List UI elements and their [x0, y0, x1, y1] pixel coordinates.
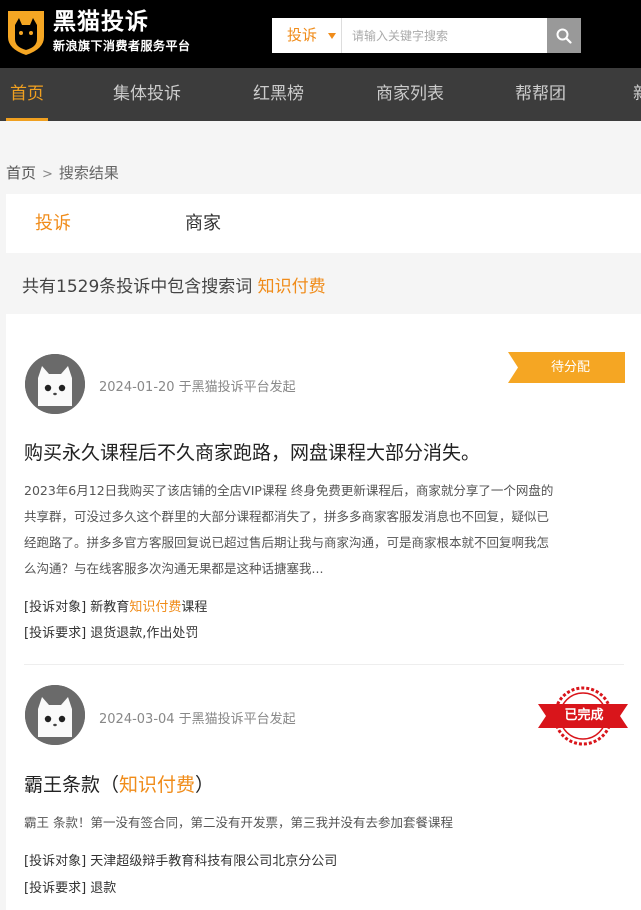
nav-item-help[interactable]: 帮帮团 — [515, 68, 566, 121]
target-label: [投诉对象] — [24, 600, 87, 615]
breadcrumb-separator: > — [42, 167, 53, 182]
user-avatar[interactable] — [25, 685, 85, 745]
status-badge: 待分配 — [550, 360, 590, 375]
breadcrumb-home[interactable]: 首页 — [6, 164, 36, 182]
demand-value: 退款 — [90, 881, 117, 896]
breadcrumb: 首页 > 搜索结果 — [6, 162, 119, 183]
breadcrumb-current: 搜索结果 — [58, 164, 119, 182]
target-keyword[interactable]: 知识付费 — [129, 600, 181, 615]
complaint-target: [投诉对象] 天津超级辩手教育科技有限公司北京分公司 — [24, 850, 337, 869]
status-badge: 已完成 — [564, 708, 604, 723]
black-cat-logo-icon[interactable] — [5, 7, 47, 57]
logo-subtitle: 新浪旗下消费者服务平台 — [53, 39, 191, 53]
desc-line: 2023年6月12日我购买了该店铺的全店VIP课程 终身免费更新课程后，商家就分… — [24, 483, 554, 498]
demand-label: [投诉要求] — [24, 626, 87, 641]
complaint-list: 2024-01-20 于黑猫投诉平台发起 待分配 购买永久课程后不久商家跑路，网… — [6, 314, 641, 910]
complaint-title[interactable]: 购买永久课程后不久商家跑路，网盘课程大部分消失。 — [24, 438, 480, 465]
complaint-demand: [投诉要求] 退货退款,作出处罚 — [24, 622, 198, 641]
title-keyword: 知识付费 — [119, 774, 196, 796]
search-input[interactable] — [342, 18, 547, 53]
demand-value: 退货退款,作出处罚 — [90, 626, 199, 641]
search-icon — [556, 28, 572, 44]
tab-merchants[interactable]: 商家 — [185, 194, 221, 253]
search-bar: 投诉 — [272, 18, 581, 53]
user-avatar[interactable] — [25, 354, 85, 414]
search-type-select[interactable]: 投诉 — [272, 18, 342, 53]
summary-text: 共有1529条投诉中包含搜索词 — [22, 277, 253, 297]
nav-item-more[interactable]: 新 — [633, 68, 641, 121]
complaint-meta: 2024-03-04 于黑猫投诉平台发起 — [99, 712, 296, 727]
complaint-demand: [投诉要求] 退款 — [24, 877, 116, 896]
desc-line: 么沟通？与在线客服多次沟通无果都是这种话搪塞我... — [24, 561, 324, 576]
complaint-target: [投诉对象] 新教育知识付费课程 — [24, 596, 207, 615]
desc-line: 共享群，可没过多久这个群里的大部分课程都消失了，拼多多商家客服发消息也不回复，疑… — [24, 509, 550, 524]
logo-title[interactable]: 黑猫投诉 — [53, 8, 149, 36]
caret-down-icon — [328, 33, 336, 39]
complaint-title[interactable]: 霸王条款（知识付费） — [24, 770, 214, 797]
divider — [24, 664, 624, 665]
search-type-label: 投诉 — [287, 26, 318, 44]
top-header: 黑猫投诉 新浪旗下消费者服务平台 投诉 — [0, 0, 641, 68]
demand-label: [投诉要求] — [24, 881, 87, 896]
target-value[interactable]: 天津超级辩手教育科技有限公司北京分公司 — [90, 854, 337, 869]
nav-item-ranking[interactable]: 红黑榜 — [253, 68, 304, 121]
summary-keyword: 知识付费 — [257, 277, 326, 297]
nav-item-home[interactable]: 首页 — [6, 68, 48, 121]
search-button[interactable] — [547, 18, 581, 53]
result-tabs: 投诉 商家 — [6, 194, 641, 253]
desc-line: 经跑路了。拼多多官方客服回复说已超过售后期让我与商家沟通，可是商家根本就不回复啊… — [24, 535, 550, 550]
tab-complaints[interactable]: 投诉 — [35, 194, 71, 253]
result-summary: 共有1529条投诉中包含搜索词 知识付费 — [22, 272, 326, 297]
white-cat-avatar-icon — [25, 354, 85, 414]
white-cat-avatar-icon — [25, 685, 85, 745]
target-post[interactable]: 课程 — [181, 600, 207, 615]
target-label: [投诉对象] — [24, 854, 87, 869]
complaint-description[interactable]: 霸王 条款！第一没有签合同，第二没有开发票，第三我并没有去参加套餐课程 — [24, 810, 629, 836]
title-post: ） — [195, 774, 215, 796]
complaint-meta: 2024-01-20 于黑猫投诉平台发起 — [99, 380, 296, 395]
nav-item-merchants[interactable]: 商家列表 — [376, 68, 444, 121]
main-nav: 首页 集体投诉 红黑榜 商家列表 帮帮团 新 — [0, 68, 641, 121]
nav-item-collective[interactable]: 集体投诉 — [113, 68, 181, 121]
target-pre[interactable]: 新教育 — [90, 600, 129, 615]
title-pre: 霸王条款（ — [24, 774, 120, 796]
complaint-description[interactable]: 2023年6月12日我购买了该店铺的全店VIP课程 终身免费更新课程后，商家就分… — [24, 478, 629, 582]
